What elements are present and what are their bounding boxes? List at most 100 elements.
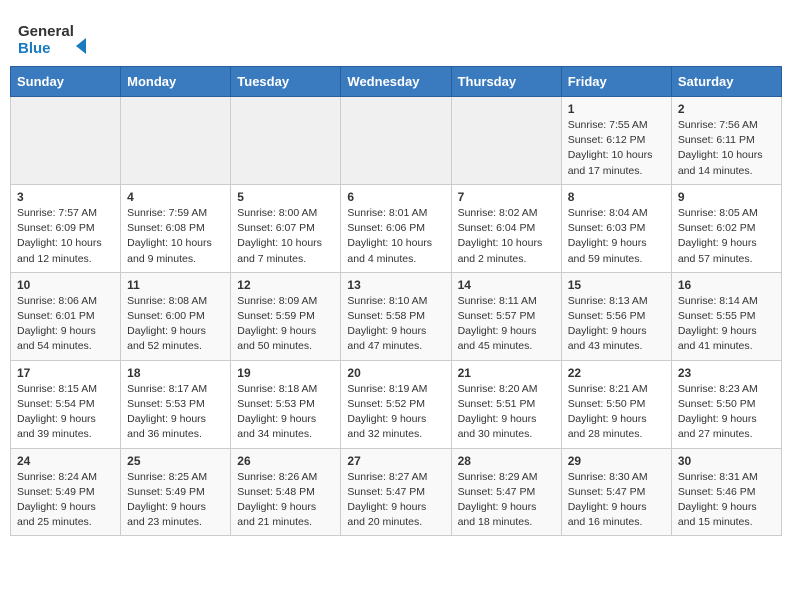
day-number: 13 bbox=[347, 278, 444, 292]
day-info: Sunrise: 8:02 AM Sunset: 6:04 PM Dayligh… bbox=[458, 206, 555, 267]
day-number: 30 bbox=[678, 454, 775, 468]
day-cell: 10 Sunrise: 8:06 AM Sunset: 6:01 PM Dayli… bbox=[11, 272, 121, 360]
day-info: Sunrise: 8:25 AM Sunset: 5:49 PM Dayligh… bbox=[127, 470, 224, 531]
day-number: 21 bbox=[458, 366, 555, 380]
day-number: 11 bbox=[127, 278, 224, 292]
day-number: 19 bbox=[237, 366, 334, 380]
day-number: 24 bbox=[17, 454, 114, 468]
day-cell: 25 Sunrise: 8:25 AM Sunset: 5:49 PM Dayli… bbox=[121, 448, 231, 536]
day-cell: 30 Sunrise: 8:31 AM Sunset: 5:46 PM Dayli… bbox=[671, 448, 781, 536]
day-info: Sunrise: 8:10 AM Sunset: 5:58 PM Dayligh… bbox=[347, 294, 444, 355]
svg-text:Blue: Blue bbox=[18, 40, 51, 57]
day-cell: 29 Sunrise: 8:30 AM Sunset: 5:47 PM Dayli… bbox=[561, 448, 671, 536]
day-cell: 18Sunrise: 8:17 AM Sunset: 5:53 PM Dayli… bbox=[121, 360, 231, 448]
day-cell bbox=[11, 97, 121, 185]
day-info: Sunrise: 7:59 AM Sunset: 6:08 PM Dayligh… bbox=[127, 206, 224, 267]
day-info: Sunrise: 8:19 AM Sunset: 5:52 PM Dayligh… bbox=[347, 382, 444, 443]
page-header: GeneralBlue bbox=[0, 0, 792, 66]
day-number: 18 bbox=[127, 366, 224, 380]
day-number: 29 bbox=[568, 454, 665, 468]
day-info: Sunrise: 8:29 AM Sunset: 5:47 PM Dayligh… bbox=[458, 470, 555, 531]
day-number: 26 bbox=[237, 454, 334, 468]
col-header-thursday: Thursday bbox=[451, 67, 561, 97]
week-row-4: 17Sunrise: 8:15 AM Sunset: 5:54 PM Dayli… bbox=[11, 360, 782, 448]
day-number: 22 bbox=[568, 366, 665, 380]
day-number: 25 bbox=[127, 454, 224, 468]
calendar-header: SundayMondayTuesdayWednesdayThursdayFrid… bbox=[11, 67, 782, 97]
calendar-table: SundayMondayTuesdayWednesdayThursdayFrid… bbox=[10, 66, 782, 536]
day-cell: 6 Sunrise: 8:01 AM Sunset: 6:06 PM Daylig… bbox=[341, 184, 451, 272]
day-cell: 8 Sunrise: 8:04 AM Sunset: 6:03 PM Daylig… bbox=[561, 184, 671, 272]
day-cell bbox=[121, 97, 231, 185]
week-row-5: 24 Sunrise: 8:24 AM Sunset: 5:49 PM Dayli… bbox=[11, 448, 782, 536]
day-cell: 2 Sunrise: 7:56 AM Sunset: 6:11 PM Daylig… bbox=[671, 97, 781, 185]
col-header-saturday: Saturday bbox=[671, 67, 781, 97]
day-cell: 13 Sunrise: 8:10 AM Sunset: 5:58 PM Dayli… bbox=[341, 272, 451, 360]
day-info: Sunrise: 7:55 AM Sunset: 6:12 PM Dayligh… bbox=[568, 118, 665, 179]
day-cell: 21 Sunrise: 8:20 AM Sunset: 5:51 PM Dayli… bbox=[451, 360, 561, 448]
day-number: 8 bbox=[568, 190, 665, 204]
day-cell: 23Sunrise: 8:23 AM Sunset: 5:50 PM Dayli… bbox=[671, 360, 781, 448]
col-header-monday: Monday bbox=[121, 67, 231, 97]
col-header-sunday: Sunday bbox=[11, 67, 121, 97]
day-cell: 11 Sunrise: 8:08 AM Sunset: 6:00 PM Dayli… bbox=[121, 272, 231, 360]
day-cell: 14Sunrise: 8:11 AM Sunset: 5:57 PM Dayli… bbox=[451, 272, 561, 360]
day-cell: 15 Sunrise: 8:13 AM Sunset: 5:56 PM Dayli… bbox=[561, 272, 671, 360]
day-info: Sunrise: 8:26 AM Sunset: 5:48 PM Dayligh… bbox=[237, 470, 334, 531]
day-cell bbox=[231, 97, 341, 185]
day-cell: 7 Sunrise: 8:02 AM Sunset: 6:04 PM Daylig… bbox=[451, 184, 561, 272]
day-info: Sunrise: 8:27 AM Sunset: 5:47 PM Dayligh… bbox=[347, 470, 444, 531]
day-number: 16 bbox=[678, 278, 775, 292]
day-number: 2 bbox=[678, 102, 775, 116]
day-info: Sunrise: 8:01 AM Sunset: 6:06 PM Dayligh… bbox=[347, 206, 444, 267]
col-header-tuesday: Tuesday bbox=[231, 67, 341, 97]
day-info: Sunrise: 8:21 AM Sunset: 5:50 PM Dayligh… bbox=[568, 382, 665, 443]
day-cell: 28Sunrise: 8:29 AM Sunset: 5:47 PM Dayli… bbox=[451, 448, 561, 536]
day-number: 9 bbox=[678, 190, 775, 204]
calendar-wrapper: SundayMondayTuesdayWednesdayThursdayFrid… bbox=[0, 66, 792, 546]
day-info: Sunrise: 8:08 AM Sunset: 6:00 PM Dayligh… bbox=[127, 294, 224, 355]
day-info: Sunrise: 7:56 AM Sunset: 6:11 PM Dayligh… bbox=[678, 118, 775, 179]
day-cell: 1Sunrise: 7:55 AM Sunset: 6:12 PM Daylig… bbox=[561, 97, 671, 185]
day-cell: 3Sunrise: 7:57 AM Sunset: 6:09 PM Daylig… bbox=[11, 184, 121, 272]
week-row-2: 3Sunrise: 7:57 AM Sunset: 6:09 PM Daylig… bbox=[11, 184, 782, 272]
day-info: Sunrise: 8:18 AM Sunset: 5:53 PM Dayligh… bbox=[237, 382, 334, 443]
day-info: Sunrise: 8:20 AM Sunset: 5:51 PM Dayligh… bbox=[458, 382, 555, 443]
svg-text:General: General bbox=[18, 23, 74, 40]
day-number: 7 bbox=[458, 190, 555, 204]
day-number: 27 bbox=[347, 454, 444, 468]
day-number: 5 bbox=[237, 190, 334, 204]
day-number: 15 bbox=[568, 278, 665, 292]
day-info: Sunrise: 8:06 AM Sunset: 6:01 PM Dayligh… bbox=[17, 294, 114, 355]
day-cell: 27 Sunrise: 8:27 AM Sunset: 5:47 PM Dayli… bbox=[341, 448, 451, 536]
day-cell: 5Sunrise: 8:00 AM Sunset: 6:07 PM Daylig… bbox=[231, 184, 341, 272]
day-cell bbox=[341, 97, 451, 185]
day-info: Sunrise: 8:13 AM Sunset: 5:56 PM Dayligh… bbox=[568, 294, 665, 355]
day-info: Sunrise: 8:23 AM Sunset: 5:50 PM Dayligh… bbox=[678, 382, 775, 443]
day-info: Sunrise: 8:31 AM Sunset: 5:46 PM Dayligh… bbox=[678, 470, 775, 531]
week-row-1: 1Sunrise: 7:55 AM Sunset: 6:12 PM Daylig… bbox=[11, 97, 782, 185]
day-cell bbox=[451, 97, 561, 185]
day-info: Sunrise: 8:24 AM Sunset: 5:49 PM Dayligh… bbox=[17, 470, 114, 531]
day-number: 12 bbox=[237, 278, 334, 292]
logo: GeneralBlue bbox=[18, 18, 98, 58]
header-row: SundayMondayTuesdayWednesdayThursdayFrid… bbox=[11, 67, 782, 97]
logo-svg: GeneralBlue bbox=[18, 18, 98, 58]
day-number: 14 bbox=[458, 278, 555, 292]
day-info: Sunrise: 8:04 AM Sunset: 6:03 PM Dayligh… bbox=[568, 206, 665, 267]
day-cell: 16 Sunrise: 8:14 AM Sunset: 5:55 PM Dayli… bbox=[671, 272, 781, 360]
day-info: Sunrise: 8:14 AM Sunset: 5:55 PM Dayligh… bbox=[678, 294, 775, 355]
week-row-3: 10 Sunrise: 8:06 AM Sunset: 6:01 PM Dayli… bbox=[11, 272, 782, 360]
col-header-friday: Friday bbox=[561, 67, 671, 97]
day-cell: 20Sunrise: 8:19 AM Sunset: 5:52 PM Dayli… bbox=[341, 360, 451, 448]
day-number: 10 bbox=[17, 278, 114, 292]
col-header-wednesday: Wednesday bbox=[341, 67, 451, 97]
day-info: Sunrise: 7:57 AM Sunset: 6:09 PM Dayligh… bbox=[17, 206, 114, 267]
day-number: 4 bbox=[127, 190, 224, 204]
calendar-body: 1Sunrise: 7:55 AM Sunset: 6:12 PM Daylig… bbox=[11, 97, 782, 536]
day-info: Sunrise: 8:30 AM Sunset: 5:47 PM Dayligh… bbox=[568, 470, 665, 531]
day-cell: 19 Sunrise: 8:18 AM Sunset: 5:53 PM Dayli… bbox=[231, 360, 341, 448]
day-cell: 4 Sunrise: 7:59 AM Sunset: 6:08 PM Daylig… bbox=[121, 184, 231, 272]
day-number: 6 bbox=[347, 190, 444, 204]
day-cell: 17Sunrise: 8:15 AM Sunset: 5:54 PM Dayli… bbox=[11, 360, 121, 448]
